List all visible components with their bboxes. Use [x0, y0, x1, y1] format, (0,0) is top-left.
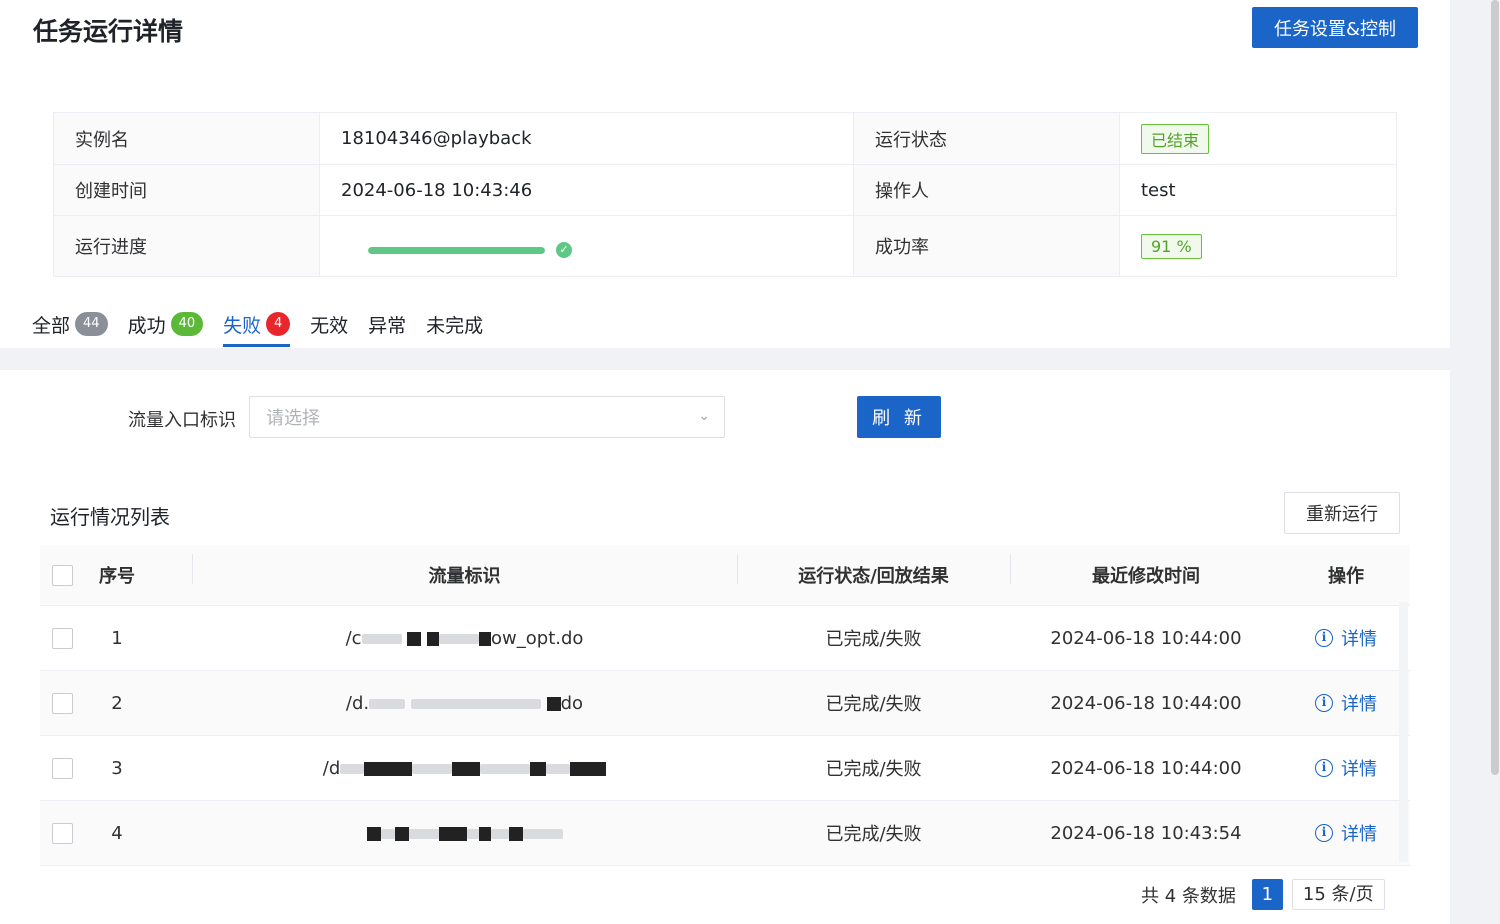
row-checkbox[interactable]: [51, 627, 73, 649]
task-settings-button[interactable]: 任务设置&控制: [1252, 7, 1418, 48]
tab-exception[interactable]: 异常: [368, 308, 406, 340]
row-checkbox[interactable]: [51, 757, 73, 779]
tab-failed[interactable]: 失败 4: [223, 308, 291, 347]
progress-fill: [368, 246, 545, 254]
chevron-down-icon: ⌄: [698, 408, 710, 424]
row-checkbox[interactable]: [51, 822, 73, 844]
created-label: 创建时间: [53, 164, 320, 216]
select-all-checkbox[interactable]: [51, 564, 73, 586]
flow-entry-select[interactable]: 请选择 ⌄: [249, 396, 725, 438]
col-time: 最近修改时间: [1010, 554, 1282, 588]
progress-bar: ✓: [341, 234, 832, 258]
total-count: 共 4 条数据: [1141, 885, 1236, 907]
detail-link[interactable]: i 详情: [1315, 625, 1377, 651]
success-rate-label: 成功率: [853, 215, 1120, 277]
detail-link[interactable]: i 详情: [1315, 820, 1377, 846]
count-badge: 4: [266, 312, 291, 336]
flow-id: /c ow_opt.do: [345, 627, 584, 649]
info-icon: i: [1315, 694, 1333, 712]
operator-label: 操作人: [853, 164, 1120, 216]
page-1-button[interactable]: 1: [1251, 879, 1283, 910]
status-label: 运行状态: [853, 112, 1120, 165]
task-detail-panel: 任务运行详情 任务设置&控制 实例名 18104346@playback 运行状…: [0, 0, 1450, 348]
status-badge: 已结束: [1141, 123, 1210, 154]
flow-id: [192, 823, 737, 844]
count-badge: 44: [75, 312, 108, 336]
tab-invalid[interactable]: 无效: [310, 308, 348, 340]
detail-link[interactable]: i 详情: [1315, 690, 1377, 716]
col-op: 操作: [1328, 566, 1364, 587]
table-row: 3 /d 已完成/失败 2024-06-18 10:44:00 i 详情: [40, 736, 1410, 801]
info-icon: i: [1315, 629, 1333, 647]
table-row: 4 已完成/失败 2024-06-18 10:43:54 i 详情: [40, 801, 1410, 866]
run-list-panel: 流量入口标识 请选择 ⌄ 刷 新 运行情况列表 重新运行 序号 流量标识 运行状…: [0, 370, 1450, 924]
result-tabs: 全部 44 成功 40 失败 4 无效 异常 未完成: [32, 308, 503, 347]
table-header: 序号 流量标识 运行状态/回放结果 最近修改时间 操作: [40, 545, 1410, 606]
pagination: 共 4 条数据 1 15 条/页: [1141, 879, 1385, 910]
run-table: 序号 流量标识 运行状态/回放结果 最近修改时间 操作 1 /c ow_opt.…: [40, 545, 1410, 866]
list-title: 运行情况列表: [50, 505, 170, 529]
count-badge: 40: [170, 312, 204, 336]
instance-value: 18104346@playback: [319, 112, 854, 165]
progress-label: 运行进度: [53, 215, 320, 277]
col-status: 运行状态/回放结果: [737, 554, 1010, 588]
select-placeholder: 请选择: [266, 408, 320, 429]
table-scrollbar[interactable]: [1399, 602, 1408, 862]
table-row: 1 /c ow_opt.do 已完成/失败 2024-06-18 10:44:0…: [40, 606, 1410, 671]
flow-id: /d. do: [345, 692, 584, 714]
rerun-button[interactable]: 重新运行: [1284, 492, 1400, 534]
detail-link[interactable]: i 详情: [1315, 755, 1377, 781]
success-rate-badge: 91 %: [1141, 233, 1202, 259]
col-flow: 流量标识: [192, 554, 737, 588]
page-title: 任务运行详情: [33, 17, 184, 46]
tab-success[interactable]: 成功 40: [128, 308, 204, 340]
operator-value: test: [1119, 164, 1397, 216]
info-icon: i: [1315, 824, 1333, 842]
instance-label: 实例名: [53, 112, 320, 165]
row-checkbox[interactable]: [51, 692, 73, 714]
tab-all[interactable]: 全部 44: [32, 308, 108, 340]
col-index: 序号: [99, 566, 135, 587]
page-size-select[interactable]: 15 条/页: [1291, 879, 1385, 910]
table-row: 2 /d. do 已完成/失败 2024-06-18 10:44:00 i 详情: [40, 671, 1410, 736]
created-value: 2024-06-18 10:43:46: [319, 164, 854, 216]
task-info-table: 实例名 18104346@playback 运行状态 已结束 创建时间 2024…: [53, 112, 1397, 277]
check-circle-icon: ✓: [556, 242, 572, 258]
tab-unfinished[interactable]: 未完成: [426, 308, 483, 340]
page-scrollbar[interactable]: [1491, 0, 1499, 775]
refresh-button[interactable]: 刷 新: [857, 396, 941, 438]
info-icon: i: [1315, 759, 1333, 777]
flow-id: /d: [192, 758, 737, 779]
flow-entry-label: 流量入口标识: [128, 410, 236, 431]
